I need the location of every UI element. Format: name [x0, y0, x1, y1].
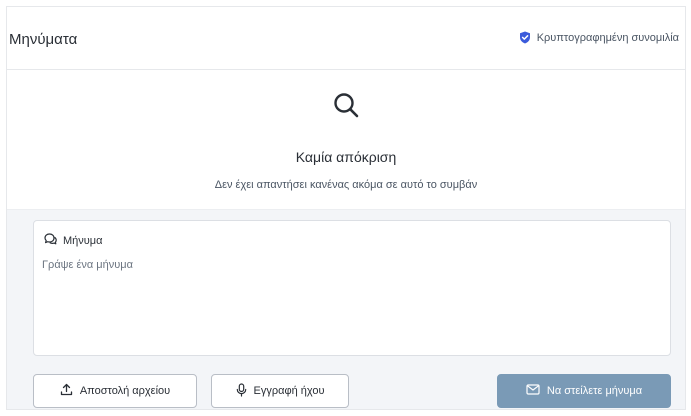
page-title: Μηνύματα: [9, 31, 78, 48]
messages-panel: Μηνύματα Κρυπτογραφημένη συνομιλία Καμία…: [6, 6, 686, 410]
chat-bubbles-icon: [44, 233, 57, 248]
upload-icon: [60, 383, 73, 399]
envelope-icon: [526, 384, 540, 398]
upload-file-button[interactable]: Αποστολή αρχείου: [33, 374, 197, 408]
message-composer: Μήνυμα Αποστολή αρχείου Εγγραφή ή: [7, 209, 685, 409]
messages-header: Μηνύματα Κρυπτογραφημένη συνομιλία: [7, 7, 685, 70]
empty-state: Καμία απόκριση Δεν έχει απαντήσει κανένα…: [7, 69, 685, 209]
microphone-icon: [236, 382, 247, 400]
record-audio-button[interactable]: Εγγραφή ήχου: [211, 374, 349, 408]
encryption-label: Κρυπτογραφημένη συνομιλία: [536, 31, 679, 44]
record-audio-label: Εγγραφή ήχου: [253, 385, 325, 397]
send-message-button[interactable]: Να στείλετε μήνυμα: [497, 374, 671, 408]
empty-state-subtitle: Δεν έχει απαντήσει κανένας ακόμα σε αυτό…: [214, 179, 478, 191]
send-message-label: Να στείλετε μήνυμα: [546, 385, 643, 397]
encryption-indicator: Κρυπτογραφημένη συνομιλία: [519, 31, 679, 44]
message-input[interactable]: [42, 259, 662, 347]
empty-state-title: Καμία απόκριση: [295, 149, 397, 165]
shield-check-icon: [519, 31, 531, 44]
search-icon: [332, 91, 360, 124]
message-label-text: Μήνυμα: [63, 234, 103, 247]
message-box: Μήνυμα: [33, 220, 671, 356]
message-label: Μήνυμα: [44, 233, 103, 248]
upload-file-label: Αποστολή αρχείου: [79, 385, 171, 397]
